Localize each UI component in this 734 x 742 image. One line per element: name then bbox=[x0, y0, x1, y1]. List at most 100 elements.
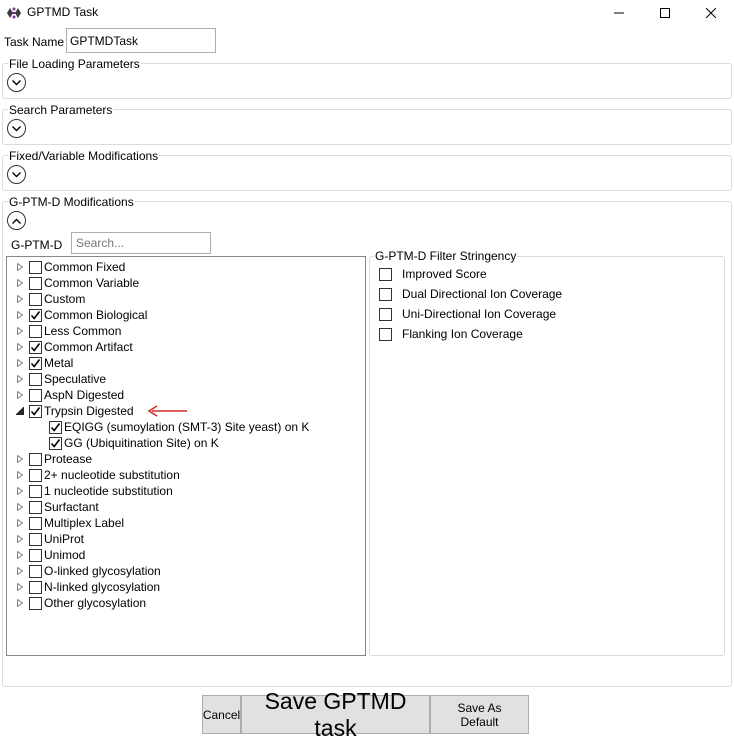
expand-caret-right-icon[interactable] bbox=[15, 467, 25, 483]
filter-option-checkbox[interactable] bbox=[379, 327, 392, 341]
tree-item-label: Common Artifact bbox=[44, 340, 133, 354]
tree-item[interactable]: Speculative bbox=[7, 371, 106, 387]
tree-item-label: Other glycosylation bbox=[44, 596, 147, 610]
expand-caret-right-icon[interactable] bbox=[15, 483, 25, 499]
expand-caret-right-icon[interactable] bbox=[15, 339, 25, 355]
tree-item[interactable]: Surfactant bbox=[7, 499, 99, 515]
close-icon bbox=[706, 8, 716, 18]
cancel-button[interactable]: Cancel bbox=[202, 695, 241, 734]
tree-item-checkbox[interactable] bbox=[29, 356, 42, 370]
expand-caret-right-icon[interactable] bbox=[15, 547, 25, 563]
expand-caret-right-icon[interactable] bbox=[15, 451, 25, 467]
gptmd-mods-expander[interactable] bbox=[7, 211, 26, 230]
chevron-down-icon bbox=[12, 171, 21, 177]
tree-child-item[interactable]: GG (Ubiquitination Site) on K bbox=[49, 435, 219, 451]
tree-item-checkbox[interactable] bbox=[29, 596, 42, 610]
expand-caret-right-icon[interactable] bbox=[15, 499, 25, 515]
tree-item-checkbox[interactable] bbox=[29, 388, 42, 402]
tree-item-checkbox[interactable] bbox=[29, 276, 42, 290]
minimize-icon bbox=[614, 12, 624, 14]
tree-item[interactable]: O-linked glycosylation bbox=[7, 563, 161, 579]
maximize-button[interactable] bbox=[642, 0, 688, 26]
expand-caret-right-icon[interactable] bbox=[15, 387, 25, 403]
tree-item-checkbox[interactable] bbox=[29, 308, 42, 322]
expand-caret-right-icon[interactable] bbox=[15, 275, 25, 291]
tree-item-checkbox[interactable] bbox=[29, 564, 42, 578]
tree-item[interactable]: Unimod bbox=[7, 547, 85, 563]
expand-caret-right-icon[interactable] bbox=[15, 563, 25, 579]
tree-item-checkbox[interactable] bbox=[29, 404, 42, 418]
filter-option[interactable]: Dual Directional Ion Coverage bbox=[379, 286, 562, 302]
filter-option-checkbox[interactable] bbox=[379, 267, 392, 281]
tree-item-checkbox[interactable] bbox=[29, 324, 42, 338]
tree-item-checkbox[interactable] bbox=[29, 292, 42, 306]
tree-item[interactable]: Protease bbox=[7, 451, 92, 467]
minimize-button[interactable] bbox=[596, 0, 642, 26]
tree-item[interactable]: 2+ nucleotide substitution bbox=[7, 467, 180, 483]
tree-item[interactable]: Multiplex Label bbox=[7, 515, 124, 531]
tree-child-checkbox[interactable] bbox=[49, 420, 62, 434]
tree-item-checkbox[interactable] bbox=[29, 516, 42, 530]
search-params-expander[interactable] bbox=[7, 119, 26, 138]
tree-child-checkbox[interactable] bbox=[49, 436, 62, 450]
tree-item-checkbox[interactable] bbox=[29, 532, 42, 546]
tree-item[interactable]: Less Common bbox=[7, 323, 121, 339]
expand-caret-right-icon[interactable] bbox=[15, 307, 25, 323]
expand-caret-right-icon[interactable] bbox=[15, 355, 25, 371]
tree-item-label: Metal bbox=[44, 356, 74, 370]
fixed-variable-expander[interactable] bbox=[7, 165, 26, 184]
tree-item-label: Common Biological bbox=[44, 308, 148, 322]
tree-item-checkbox[interactable] bbox=[29, 452, 42, 466]
tree-item[interactable]: Metal bbox=[7, 355, 73, 371]
expand-caret-right-icon[interactable] bbox=[15, 291, 25, 307]
tree-item[interactable]: 1 nucleotide substitution bbox=[7, 483, 173, 499]
tree-item-checkbox[interactable] bbox=[29, 260, 42, 274]
expand-caret-right-icon[interactable] bbox=[15, 371, 25, 387]
tree-item[interactable]: Trypsin Digested bbox=[7, 403, 134, 419]
tree-item[interactable]: Custom bbox=[7, 291, 85, 307]
filter-option[interactable]: Improved Score bbox=[379, 266, 487, 282]
search-input[interactable] bbox=[71, 232, 211, 254]
tree-item-label: AspN Digested bbox=[44, 388, 125, 402]
filter-option-checkbox[interactable] bbox=[379, 287, 392, 301]
tree-item[interactable]: Other glycosylation bbox=[7, 595, 146, 611]
filter-option[interactable]: Uni-Directional Ion Coverage bbox=[379, 306, 556, 322]
tree-item-checkbox[interactable] bbox=[29, 372, 42, 386]
expand-caret-down-icon[interactable] bbox=[15, 403, 25, 419]
tree-item-checkbox[interactable] bbox=[29, 548, 42, 562]
task-name-input[interactable] bbox=[66, 28, 216, 53]
tree-item[interactable]: Common Artifact bbox=[7, 339, 133, 355]
tree-item[interactable]: Common Biological bbox=[7, 307, 147, 323]
tree-item-checkbox[interactable] bbox=[29, 468, 42, 482]
close-button[interactable] bbox=[688, 0, 734, 26]
expand-caret-right-icon[interactable] bbox=[15, 323, 25, 339]
save-as-default-button[interactable]: Save As Default bbox=[430, 695, 529, 734]
tree-child-item[interactable]: EQIGG (sumoylation (SMT-3) Site yeast) o… bbox=[49, 419, 309, 435]
tree-item[interactable]: N-linked glycosylation bbox=[7, 579, 160, 595]
tree-item-checkbox[interactable] bbox=[29, 500, 42, 514]
tree-item[interactable]: AspN Digested bbox=[7, 387, 124, 403]
fixed-variable-title: Fixed/Variable Modifications bbox=[8, 149, 160, 163]
filter-option-checkbox[interactable] bbox=[379, 307, 392, 321]
tree-item-checkbox[interactable] bbox=[29, 580, 42, 594]
expand-caret-right-icon[interactable] bbox=[15, 259, 25, 275]
save-gptmd-task-button[interactable]: Save GPTMD task bbox=[241, 688, 430, 741]
expand-caret-right-icon[interactable] bbox=[15, 531, 25, 547]
expand-caret-right-icon[interactable] bbox=[15, 515, 25, 531]
tree-item-checkbox[interactable] bbox=[29, 484, 42, 498]
expand-caret-right-icon[interactable] bbox=[15, 579, 25, 595]
window-title: GPTMD Task bbox=[27, 5, 99, 19]
tree-child-label: GG (Ubiquitination Site) on K bbox=[64, 436, 219, 450]
modification-tree[interactable]: Common Fixed Common Variable Custom Common … bbox=[6, 256, 366, 656]
tree-item[interactable]: Common Variable bbox=[7, 275, 139, 291]
file-loading-expander[interactable] bbox=[7, 73, 26, 92]
filter-option[interactable]: Flanking Ion Coverage bbox=[379, 326, 523, 342]
tree-item[interactable]: Common Fixed bbox=[7, 259, 125, 275]
tree-item-checkbox[interactable] bbox=[29, 340, 42, 354]
expand-caret-right-icon[interactable] bbox=[15, 595, 25, 611]
tree-item-label: Trypsin Digested bbox=[44, 404, 134, 418]
tree-item-label: N-linked glycosylation bbox=[44, 580, 161, 594]
tree-item-label: Common Variable bbox=[44, 276, 140, 290]
tree-item[interactable]: UniProt bbox=[7, 531, 84, 547]
gptmd-mods-title: G-PTM-D Modifications bbox=[8, 195, 135, 209]
